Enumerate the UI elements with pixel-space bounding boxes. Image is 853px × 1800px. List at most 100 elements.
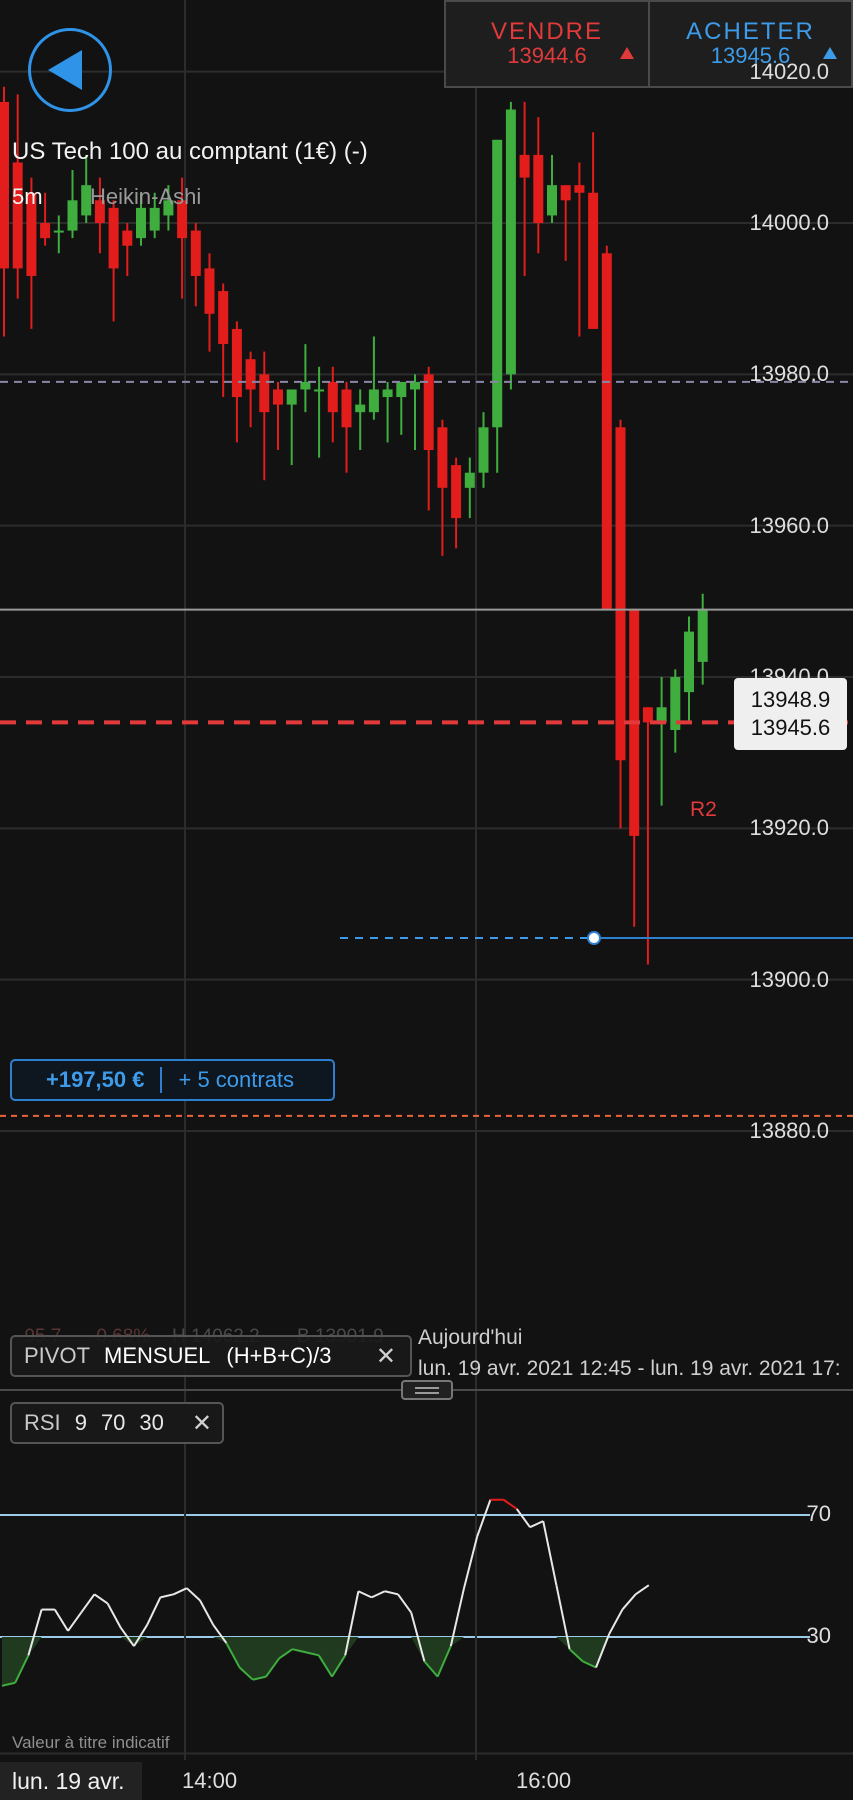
rsi-line-segment: [608, 1609, 624, 1635]
rsi-axis-label-70: 70: [806, 1501, 831, 1526]
chart-type-selector[interactable]: Heikin-Ashi: [90, 184, 201, 210]
candle-body: [355, 404, 366, 413]
rsi-line-segment: [53, 1609, 69, 1632]
time-label-1600: 16:00: [516, 1768, 572, 1793]
candle-body: [341, 389, 352, 428]
rsi-line-segment: [67, 1612, 83, 1632]
rsi-line-segment: [133, 1624, 149, 1647]
candle-body: [684, 631, 694, 693]
sell-button[interactable]: VENDRE 13944.6: [444, 0, 650, 88]
session-range: lun. 19 avr. 2021 12:45 - lun. 19 avr. 2…: [418, 1357, 841, 1380]
candle-body: [492, 139, 503, 428]
price-axis-label: 13920.0: [749, 815, 829, 841]
rsi-line-segment: [515, 1508, 531, 1528]
sell-price: 13944.6: [507, 43, 587, 68]
price-axis-label: 13980.0: [749, 361, 829, 387]
rsi-line-segment: [80, 1593, 96, 1614]
candle-body: [218, 291, 229, 345]
candle-body: [547, 185, 557, 216]
candle-body: [368, 389, 379, 413]
current-price-secondary: 13945.6: [750, 715, 831, 740]
rsi-line-segment: [27, 1609, 43, 1656]
candle-body: [601, 253, 612, 609]
candle-body: [478, 427, 489, 473]
reference-lines: [0, 380, 853, 1117]
position-entry-marker: [587, 931, 601, 946]
pivot-r2-label: R2: [690, 798, 717, 821]
candle-body: [327, 381, 338, 413]
rsi-period: 9: [74, 1410, 87, 1435]
price-axis-label: 14020.0: [749, 58, 829, 84]
rsi-overbought: 70: [100, 1410, 126, 1435]
candle-body: [136, 207, 146, 239]
candle-body: [53, 230, 64, 233]
candle-body: [642, 707, 653, 723]
candle-body: [204, 268, 215, 314]
candle-body: [273, 389, 283, 405]
rsi-line-segment: [503, 1498, 518, 1510]
candle-body: [259, 374, 270, 413]
position-pl: +197,50 €: [12, 1067, 163, 1093]
date-chip: lun. 19 avr.: [0, 1762, 142, 1800]
rsi-line-segment: [199, 1599, 215, 1626]
rsi-line-segment: [160, 1593, 174, 1599]
rsi-line-segment: [384, 1590, 399, 1596]
candle-body: [396, 381, 407, 398]
candle-body: [533, 154, 544, 223]
current-price-box: 13948.9 13945.6: [734, 678, 847, 750]
rsi-line-segment: [635, 1584, 650, 1596]
candle-body: [286, 389, 297, 405]
rsi-line-segment: [621, 1593, 637, 1611]
sell-label: VENDRE: [490, 18, 604, 45]
candle-body: [505, 109, 516, 375]
back-button[interactable]: [28, 28, 112, 112]
disclaimer: Valeur à titre indicatif: [12, 1733, 170, 1752]
candle-body: [697, 608, 708, 662]
candle-body: [464, 472, 475, 488]
instrument-title: US Tech 100 au comptant (1€) (-): [12, 138, 368, 165]
candle-body: [122, 230, 133, 246]
current-price-primary: 13948.9: [750, 687, 831, 712]
price-axis-label: 13880.0: [749, 1118, 829, 1143]
rsi-line-segment: [186, 1587, 201, 1602]
rsi-line-segment: [106, 1602, 122, 1629]
candle-body: [0, 101, 9, 269]
price-axis-label: 13960.0: [749, 512, 829, 538]
rsi-indicator-tag[interactable]: RSI 9 70 30 ✕: [10, 1402, 224, 1444]
candle-body: [149, 207, 160, 231]
rsi-line-segment: [357, 1590, 373, 1599]
timeframe-selector[interactable]: 5m: [12, 184, 43, 210]
candle-body: [108, 207, 119, 269]
candle-body: [314, 389, 325, 392]
rsi-chart: [0, 1390, 853, 1760]
rsi-line-segment: [529, 1520, 544, 1529]
position-tag[interactable]: +197,50 € + 5 contrats: [10, 1059, 335, 1101]
candle-body: [12, 162, 23, 269]
pivot-indicator-tag[interactable]: PIVOT MENSUEL (H+B+C)/3 ✕: [10, 1335, 412, 1377]
price-axis-label: 14000.0: [749, 210, 829, 235]
back-arrow-icon: [48, 50, 82, 90]
rsi-name: RSI: [24, 1410, 61, 1435]
candle-body: [437, 427, 448, 488]
pivot-period: MENSUEL: [104, 1343, 211, 1368]
rsi-oversold-fill: [2, 1637, 649, 1686]
pivot-name: PIVOT: [24, 1343, 91, 1368]
candle-body: [231, 328, 242, 398]
candle-body: [574, 185, 585, 193]
candle-body: [245, 359, 256, 390]
candle-body: [40, 223, 51, 239]
up-triangle-icon: [620, 47, 634, 59]
close-icon[interactable]: ✕: [178, 1409, 212, 1438]
panel-resize-handle[interactable]: [401, 1380, 453, 1400]
candle-body: [382, 389, 393, 398]
position-contracts: + 5 contrats: [178, 1067, 295, 1092]
buy-label: ACHETER: [686, 18, 815, 45]
candle-body: [410, 381, 420, 390]
candle-body: [67, 200, 78, 231]
candle-body: [423, 374, 434, 450]
rsi-line-segment: [476, 1499, 492, 1537]
session-today-label: Aujourd'hui: [418, 1326, 523, 1349]
up-triangle-icon: [823, 47, 837, 59]
close-icon[interactable]: ✕: [376, 1342, 396, 1371]
candle-body: [451, 465, 462, 519]
